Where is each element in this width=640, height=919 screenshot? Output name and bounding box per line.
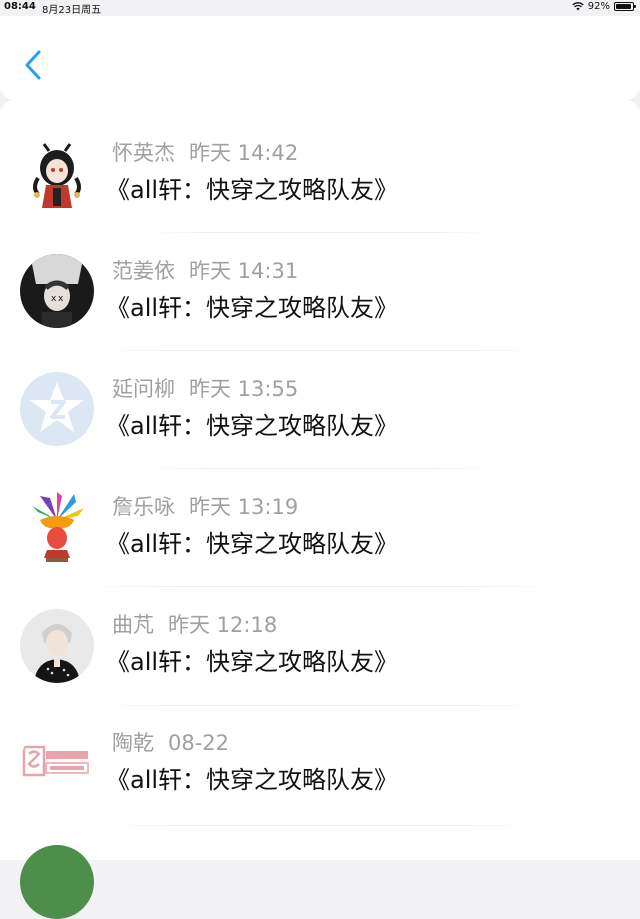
avatar[interactable] [20,490,94,564]
list-item-header: 詹乐咏 昨天 13:19 [112,494,298,520]
user-name[interactable]: 詹乐咏 [112,495,175,519]
back-button[interactable] [18,46,50,86]
list-item-header: 范姜依 昨天 14:31 [112,258,298,284]
battery-fill [616,4,631,9]
timestamp: 08-22 [168,731,230,755]
wifi-icon [572,2,584,11]
book-title-link[interactable]: 《all轩：快穿之攻略队友》 [106,529,398,559]
timestamp: 昨天 14:42 [189,141,299,165]
user-name[interactable]: 延问柳 [112,377,175,401]
timestamp: 昨天 13:55 [189,377,299,401]
divider [90,586,550,587]
svg-text:x: x [58,294,64,304]
timestamp: 昨天 14:31 [189,259,299,283]
status-bar: 08:44 8月23日周五 92% [0,0,640,16]
header [0,16,640,100]
battery-percent: 92% [587,1,610,12]
notification-list [0,100,640,860]
avatar[interactable] [20,138,94,212]
battery-icon [614,2,636,11]
book-title-link[interactable]: 《all轩：快穿之攻略队友》 [106,765,398,795]
user-name[interactable]: 曲芃 [112,613,154,637]
user-name[interactable]: 范姜依 [112,259,175,283]
chevron-left-icon [25,50,41,80]
avatar[interactable]: x x [20,254,94,328]
status-right: 92% [572,1,636,12]
timestamp: 昨天 13:19 [189,495,299,519]
book-title-link[interactable]: 《all轩：快穿之攻略队友》 [106,411,398,441]
list-item-header: 陶乾 08-22 [112,730,229,756]
status-time: 08:44 [4,1,36,12]
avatar[interactable] [20,372,94,446]
divider [100,705,540,706]
list-item-header: 怀英杰 昨天 14:42 [112,140,298,166]
timestamp: 昨天 12:18 [168,613,278,637]
avatar[interactable] [20,845,94,919]
divider [150,232,490,233]
divider [110,825,530,826]
divider [150,468,490,469]
status-date: 8月23日周五 [42,5,102,16]
avatar[interactable] [20,727,94,801]
book-title-link[interactable]: 《all轩：快穿之攻略队友》 [106,293,398,323]
user-name[interactable]: 怀英杰 [112,141,175,165]
book-title-link[interactable]: 《all轩：快穿之攻略队友》 [106,647,398,677]
list-item-header: 延问柳 昨天 13:55 [112,376,298,402]
avatar[interactable] [20,609,94,683]
divider [100,350,540,351]
user-name[interactable]: 陶乾 [112,731,154,755]
book-title-link[interactable]: 《all轩：快穿之攻略队友》 [106,175,398,205]
list-item-header: 曲芃 昨天 12:18 [112,612,277,638]
svg-text:x: x [51,294,57,304]
